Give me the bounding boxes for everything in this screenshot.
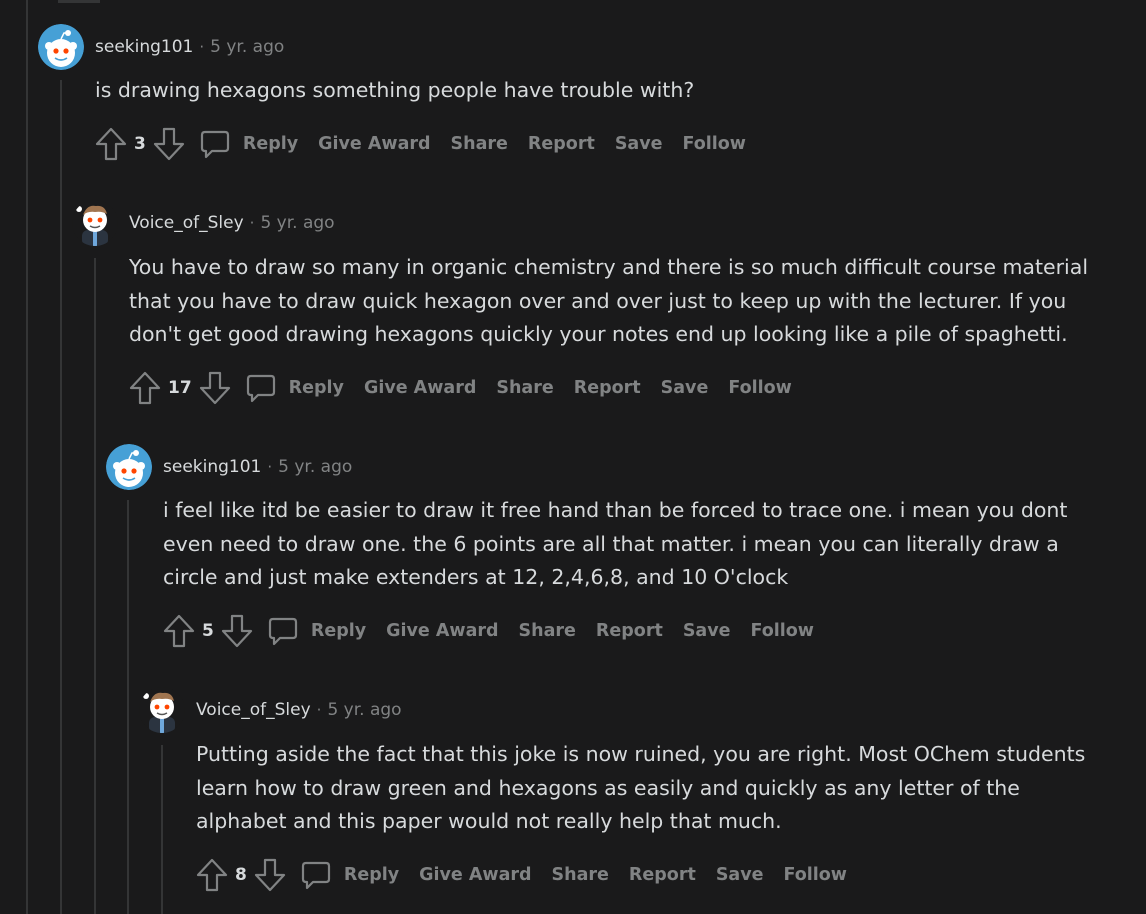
share-button[interactable]: Share	[451, 134, 508, 154]
comment-line: is drawing hexagons something people hav…	[95, 78, 695, 102]
reply-button[interactable]: Reply	[300, 859, 399, 891]
save-button[interactable]: Save	[615, 134, 663, 154]
reply-button[interactable]: Reply	[267, 615, 366, 647]
comment-line: that you have to draw quick hexagon over…	[129, 288, 1067, 313]
vote-count: 5	[202, 621, 214, 641]
timestamp[interactable]: 5 yr. ago	[327, 700, 401, 720]
reply-label: Reply	[242, 134, 299, 154]
avatar[interactable]	[72, 200, 118, 246]
username[interactable]: Voice_of_Sley	[129, 213, 244, 233]
timestamp[interactable]: 5 yr. ago	[210, 37, 284, 57]
give-award-button[interactable]: Give Award	[318, 134, 430, 154]
give-award-button[interactable]: Give Award	[364, 378, 476, 398]
vote-count: 17	[168, 378, 192, 398]
report-button[interactable]: Report	[574, 378, 641, 398]
save-button[interactable]: Save	[661, 378, 709, 398]
reply-button[interactable]: Reply	[245, 372, 344, 404]
comment-bubble-icon	[200, 130, 229, 159]
thread-line[interactable]	[60, 80, 62, 914]
comment-body: You have to draw so many in organic chem…	[129, 251, 1088, 352]
vote-count: 8	[235, 865, 247, 885]
timestamp[interactable]: 5 yr. ago	[260, 213, 334, 233]
comment-body: i feel like itd be easier to draw it fre…	[163, 494, 1067, 595]
upvote-icon[interactable]	[163, 614, 195, 648]
vote-count: 3	[134, 134, 146, 154]
thread-line[interactable]	[161, 745, 163, 914]
action-bar: 17 Reply Give Award Share Report Save Fo…	[129, 368, 792, 408]
share-button[interactable]: Share	[496, 378, 553, 398]
snoo-custom-avatar-icon	[72, 200, 118, 246]
snoo-custom-avatar-icon	[139, 687, 185, 733]
avatar[interactable]	[139, 687, 185, 733]
upvote-icon[interactable]	[196, 858, 228, 892]
save-button[interactable]: Save	[716, 865, 764, 885]
comment-header: seeking101 · 5 yr. ago	[38, 24, 284, 70]
comment-line: You have to draw so many in organic chem…	[129, 255, 1089, 279]
save-button[interactable]: Save	[683, 621, 731, 641]
avatar[interactable]	[38, 24, 84, 70]
snoo-blue-avatar-icon	[106, 444, 152, 490]
follow-button[interactable]: Follow	[751, 621, 814, 641]
give-award-button[interactable]: Give Award	[386, 621, 498, 641]
upvote-icon[interactable]	[95, 127, 127, 161]
action-bar: 3 Reply Give Award Share Report Save Fol…	[95, 124, 746, 164]
reply-label: Reply	[343, 865, 400, 885]
separator: ·	[249, 214, 255, 232]
reply-label: Reply	[310, 621, 367, 641]
thread-line[interactable]	[26, 0, 28, 914]
action-bar: 8 Reply Give Award Share Report Save Fol…	[196, 855, 847, 895]
thread-line[interactable]	[94, 258, 96, 914]
separator: ·	[267, 458, 273, 476]
comment-body: Putting aside the fact that this joke is…	[196, 738, 1085, 839]
share-button[interactable]: Share	[519, 621, 576, 641]
separator: ·	[316, 701, 322, 719]
comment-header: Voice_of_Sley · 5 yr. ago	[139, 687, 402, 733]
give-award-button[interactable]: Give Award	[419, 865, 531, 885]
comment-line: circle and just make extenders at 12, 2,…	[163, 565, 789, 589]
comment-line: don't get good drawing hexagons quickly …	[129, 322, 1068, 346]
thread-line[interactable]	[127, 500, 129, 914]
avatar[interactable]	[106, 444, 152, 490]
comment-header: seeking101 · 5 yr. ago	[106, 444, 352, 490]
reply-button[interactable]: Reply	[199, 128, 298, 160]
downvote-icon[interactable]	[254, 858, 286, 892]
upvote-icon[interactable]	[129, 371, 161, 405]
username[interactable]: Voice_of_Sley	[196, 700, 311, 720]
comment-line: alphabet and this paper would not really…	[196, 809, 782, 833]
timestamp[interactable]: 5 yr. ago	[278, 457, 352, 477]
comment-line: even need to draw one. the 6 points are …	[163, 531, 1059, 556]
comment-bubble-icon	[268, 617, 297, 646]
action-bar: 5 Reply Give Award Share Report Save Fol…	[163, 611, 814, 651]
comment-header: Voice_of_Sley · 5 yr. ago	[72, 200, 335, 246]
follow-button[interactable]: Follow	[728, 378, 791, 398]
separator: ·	[199, 38, 205, 56]
follow-button[interactable]: Follow	[683, 134, 746, 154]
comment-line: Putting aside the fact that this joke is…	[196, 742, 1086, 766]
downvote-icon[interactable]	[199, 371, 231, 405]
username[interactable]: seeking101	[163, 457, 261, 477]
share-button[interactable]: Share	[552, 865, 609, 885]
reply-label: Reply	[288, 378, 344, 398]
parent-action-remnant	[58, 0, 100, 3]
comment-bubble-icon	[301, 861, 330, 890]
report-button[interactable]: Report	[528, 134, 595, 154]
downvote-icon[interactable]	[221, 614, 253, 648]
comment-body: is drawing hexagons something people hav…	[95, 74, 694, 108]
report-button[interactable]: Report	[629, 865, 696, 885]
comment-bubble-icon	[246, 374, 275, 403]
follow-button[interactable]: Follow	[784, 865, 847, 885]
username[interactable]: seeking101	[95, 37, 193, 57]
downvote-icon[interactable]	[153, 127, 185, 161]
report-button[interactable]: Report	[596, 621, 663, 641]
comment-line: i feel like itd be easier to draw it fre…	[163, 498, 1068, 522]
snoo-blue-avatar-icon	[38, 24, 84, 70]
comment-line: learn how to draw green and hexagons as …	[196, 775, 1020, 800]
